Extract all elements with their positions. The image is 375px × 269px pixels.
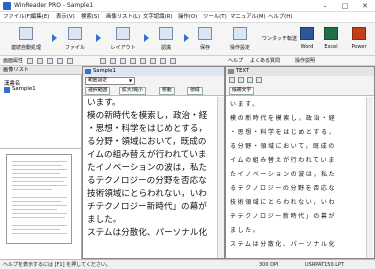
one-touch-transfer-label: ワンタッチ転送 xyxy=(262,36,298,42)
faq-link[interactable]: よくある質問 xyxy=(250,57,280,65)
print-icon[interactable] xyxy=(170,58,176,64)
region-button[interactable]: 領域 xyxy=(187,87,203,95)
select-range-button[interactable]: 選択範囲 xyxy=(85,87,111,95)
menu-image-list[interactable]: 画像リスト(L) xyxy=(106,13,140,22)
menu-file[interactable]: ファイル(F) xyxy=(3,13,32,22)
menu-bar: ファイル(F) 編集(E) 表示(V) 検索(S) 画像リスト(L) 文字認識(… xyxy=(0,12,375,23)
undo-icon[interactable] xyxy=(247,77,253,83)
minimize-button[interactable]: – xyxy=(315,0,335,12)
guide-link[interactable]: 操作説明 xyxy=(295,57,315,65)
settings-icon xyxy=(233,27,247,40)
edit-icon[interactable] xyxy=(238,77,244,83)
app-icon xyxy=(3,2,11,10)
maximize-button[interactable]: □ xyxy=(335,0,355,12)
menu-tools[interactable]: ツール(T) xyxy=(203,13,227,22)
help-label[interactable]: ヘルプ xyxy=(228,57,243,65)
align-icon[interactable] xyxy=(130,58,136,64)
word-icon xyxy=(300,27,314,40)
text-document-icon xyxy=(228,69,234,74)
save-button[interactable]: 保存 xyxy=(190,26,220,54)
image-document-title: Sample1 xyxy=(83,67,224,76)
excel-icon xyxy=(324,27,338,40)
powerpoint-icon xyxy=(352,27,366,40)
image-document-window: Sample1 範囲設定 ▼ 選択範囲 拡大/縮小 移動 領域 います。 模の新… xyxy=(82,66,225,259)
word-button[interactable]: Word xyxy=(297,26,317,54)
grid-icon[interactable] xyxy=(67,58,73,64)
main-toolbar: 連続自動処理 ファイル レイアウト 認識 保存 操作設定 ワンタッチ転送 Wor… xyxy=(0,23,375,56)
menu-edit[interactable]: 編集(E) xyxy=(31,13,49,22)
format-icon[interactable] xyxy=(229,77,235,83)
image-view[interactable]: います。 模の新時代を模索し，政治・経 ・思想・科学をはじめとする， る分野・領… xyxy=(83,97,217,258)
text-format-icon[interactable] xyxy=(100,58,106,64)
menu-manual[interactable]: マニュアル(M) xyxy=(230,13,266,22)
recognize-button[interactable]: 認識 xyxy=(150,26,182,54)
status-path: USRPAT150.LPT xyxy=(305,262,345,268)
image-scrollbar[interactable] xyxy=(217,97,224,258)
move-button[interactable]: 移動 xyxy=(159,87,175,95)
flow-arrow-icon xyxy=(52,34,57,42)
zoom-select[interactable]: 範囲設定 xyxy=(85,77,135,85)
enlarge-shrink-button[interactable]: 拡大/縮小 xyxy=(119,87,146,95)
layout-button[interactable]: レイアウト xyxy=(104,26,142,54)
text-scrollbar[interactable] xyxy=(366,97,373,258)
image-file-icon xyxy=(4,87,10,93)
chevron-down-icon: ▼ xyxy=(129,78,133,83)
color-icon[interactable] xyxy=(120,58,126,64)
flow-arrow-icon xyxy=(96,34,101,42)
list-icon[interactable] xyxy=(140,58,146,64)
window-title: WinReader PRO - Sample1 xyxy=(14,2,94,9)
text-view[interactable]: います。 模の新時代を模索し，政治・経 ・思想・科学をはじめとする， る分野・領… xyxy=(226,97,366,258)
save-icon xyxy=(198,27,212,40)
excel-button[interactable]: Excel xyxy=(320,26,342,54)
contrast-icon[interactable] xyxy=(47,58,53,64)
menu-recognition[interactable]: 文字認識(R) xyxy=(143,13,173,22)
auto-process-button[interactable]: 連続自動処理 xyxy=(2,26,50,54)
menu-help[interactable]: ヘルプ(H) xyxy=(268,13,292,22)
redo-icon[interactable] xyxy=(256,77,262,83)
page-thumbnail[interactable] xyxy=(6,154,72,244)
font-icon[interactable] xyxy=(110,58,116,64)
text-document-window: TEXT 候補文字 います。 模の新時代を模索し，政治・経 ・思想・科学をはじめ… xyxy=(225,66,375,259)
image-list-panel: 画像リスト 漢書名 Sample1 xyxy=(0,66,82,259)
screen-attributes-label: 画面属性 xyxy=(3,58,24,64)
document-icon xyxy=(85,69,91,74)
table-icon[interactable] xyxy=(150,58,156,64)
recognize-icon xyxy=(159,27,173,40)
status-bar: ヘルプを表示するには [F1] を押してください。 300 DPI USRPAT… xyxy=(0,259,375,269)
text-doc-toolbar: 候補文字 xyxy=(226,76,374,96)
text-document-title: TEXT xyxy=(226,67,374,76)
candidate-characters-button[interactable]: 候補文字 xyxy=(229,87,255,95)
layout-icon xyxy=(116,27,130,40)
zoom-icon[interactable] xyxy=(27,58,33,64)
status-hint: ヘルプを表示するには [F1] を押してください。 xyxy=(3,262,111,268)
image-doc-toolbar: 範囲設定 ▼ 選択範囲 拡大/縮小 移動 領域 xyxy=(83,76,224,96)
brightness-icon[interactable] xyxy=(57,58,63,64)
image-list-header: 画像リスト xyxy=(0,66,82,75)
menu-search[interactable]: 検索(S) xyxy=(81,13,99,22)
app-window: WinReader PRO - Sample1 – □ ✕ ファイル(F) 編集… xyxy=(0,0,375,269)
folder-icon xyxy=(68,27,82,40)
export-icon[interactable] xyxy=(160,58,166,64)
file-button[interactable]: ファイル xyxy=(58,26,92,54)
status-dpi: 300 DPI xyxy=(259,262,279,268)
close-button[interactable]: ✕ xyxy=(355,0,375,12)
powerpoint-button[interactable]: Power xyxy=(346,26,372,54)
panel-divider xyxy=(0,148,81,149)
auto-process-icon xyxy=(19,27,33,40)
title-bar: WinReader PRO - Sample1 – □ ✕ xyxy=(0,0,375,12)
menu-operation[interactable]: 操作(O) xyxy=(178,13,197,22)
secondary-toolbar: 画面属性 ヘルプ よくある質問 操作説明 xyxy=(0,56,375,66)
rotate-icon[interactable] xyxy=(37,58,43,64)
menu-view[interactable]: 表示(V) xyxy=(56,13,75,22)
operation-settings-button[interactable]: 操作設定 xyxy=(222,26,258,54)
flow-arrow-icon xyxy=(144,34,149,42)
tree-item-sample1[interactable]: Sample1 xyxy=(12,86,36,92)
flow-arrow-icon xyxy=(184,34,189,42)
